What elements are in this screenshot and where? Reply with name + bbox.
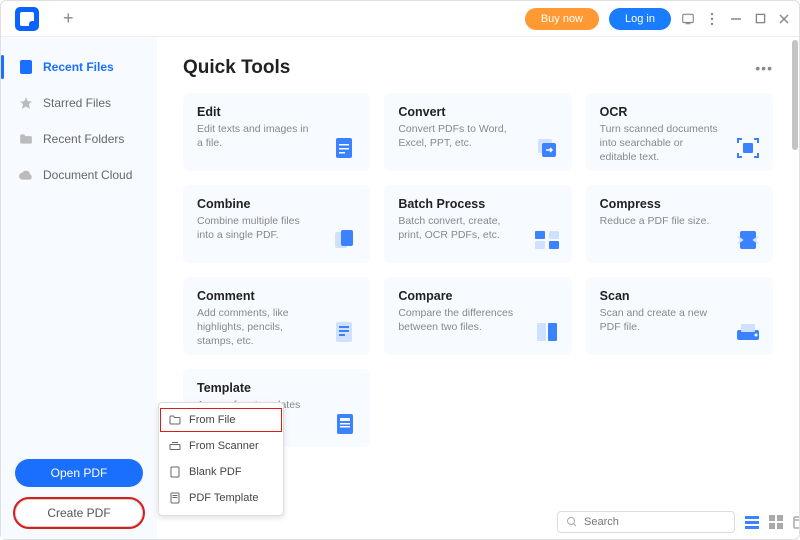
sidebar-item-recent-folders[interactable]: Recent Folders	[1, 121, 157, 157]
star-icon	[19, 96, 33, 110]
scrollbar-thumb[interactable]	[792, 40, 798, 150]
folder-icon	[169, 414, 181, 426]
document-icon	[19, 60, 33, 74]
popup-item-label: From Scanner	[189, 440, 259, 452]
login-button[interactable]: Log in	[609, 8, 671, 30]
sidebar-item-label: Recent Files	[43, 60, 114, 74]
create-pdf-popup: From File From Scanner Blank PDF PDF Tem…	[158, 402, 284, 516]
ocr-icon: T	[735, 135, 761, 161]
blank-icon	[169, 466, 181, 478]
template-icon	[169, 492, 181, 504]
buy-now-button[interactable]: Buy now	[525, 8, 599, 30]
sidebar-item-label: Recent Folders	[43, 132, 124, 146]
close-icon[interactable]	[777, 12, 791, 26]
new-tab-button[interactable]: +	[63, 8, 74, 29]
edit-icon	[332, 135, 358, 161]
sidebar-item-recent-files[interactable]: Recent Files	[1, 49, 157, 85]
card-compare[interactable]: CompareCompare the differences between t…	[384, 277, 571, 355]
popup-from-file[interactable]: From File	[159, 407, 283, 433]
folder-icon	[19, 132, 33, 146]
combine-icon	[332, 227, 358, 253]
feedback-icon[interactable]	[681, 12, 695, 26]
card-comment[interactable]: CommentAdd comments, like highlights, pe…	[183, 277, 370, 355]
template-icon	[332, 411, 358, 437]
titlebar: + Buy now Log in	[1, 1, 799, 37]
app-window: + Buy now Log in Recent Files Starred Fi…	[0, 0, 800, 540]
app-logo	[15, 7, 39, 31]
compress-icon	[735, 227, 761, 253]
open-pdf-button[interactable]: Open PDF	[15, 459, 143, 487]
comment-icon	[332, 319, 358, 345]
batch-icon	[534, 227, 560, 253]
popup-item-label: PDF Template	[189, 492, 259, 504]
card-compress[interactable]: CompressReduce a PDF file size.	[586, 185, 773, 263]
grid-view-icon[interactable]	[769, 515, 783, 529]
cloud-icon	[19, 168, 33, 182]
calendar-icon[interactable]	[793, 515, 799, 529]
card-scan[interactable]: ScanScan and create a new PDF file.	[586, 277, 773, 355]
svg-text:T: T	[746, 144, 751, 153]
footer-bar	[557, 511, 773, 533]
popup-item-label: Blank PDF	[189, 466, 242, 478]
sidebar: Recent Files Starred Files Recent Folder…	[1, 37, 157, 539]
sidebar-item-label: Document Cloud	[43, 168, 132, 182]
card-batch[interactable]: Batch ProcessBatch convert, create, prin…	[384, 185, 571, 263]
menu-icon[interactable]	[705, 12, 719, 26]
compare-icon	[534, 319, 560, 345]
scanner-icon	[169, 440, 181, 452]
card-convert[interactable]: ConvertConvert PDFs to Word, Excel, PPT,…	[384, 93, 571, 171]
card-edit[interactable]: EditEdit texts and images in a file.	[183, 93, 370, 171]
list-view-icon[interactable]	[745, 515, 759, 529]
quick-tools-grid: EditEdit texts and images in a file. Con…	[183, 93, 773, 447]
sidebar-item-label: Starred Files	[43, 96, 111, 110]
sidebar-item-starred-files[interactable]: Starred Files	[1, 85, 157, 121]
maximize-icon[interactable]	[753, 12, 767, 26]
minimize-icon[interactable]	[729, 12, 743, 26]
scan-icon	[735, 319, 761, 345]
search-box[interactable]	[557, 511, 735, 533]
popup-blank-pdf[interactable]: Blank PDF	[159, 459, 283, 485]
sidebar-item-document-cloud[interactable]: Document Cloud	[1, 157, 157, 193]
page-title: Quick Tools	[183, 57, 290, 79]
popup-pdf-template[interactable]: PDF Template	[159, 485, 283, 511]
more-icon[interactable]: •••	[755, 60, 773, 76]
create-pdf-button[interactable]: Create PDF	[15, 499, 143, 527]
popup-from-scanner[interactable]: From Scanner	[159, 433, 283, 459]
convert-icon	[534, 135, 560, 161]
body: Recent Files Starred Files Recent Folder…	[1, 37, 799, 539]
card-combine[interactable]: CombineCombine multiple files into a sin…	[183, 185, 370, 263]
search-input[interactable]	[584, 516, 726, 528]
search-icon	[566, 516, 578, 528]
popup-item-label: From File	[189, 414, 235, 426]
card-ocr[interactable]: OCRTurn scanned documents into searchabl…	[586, 93, 773, 171]
